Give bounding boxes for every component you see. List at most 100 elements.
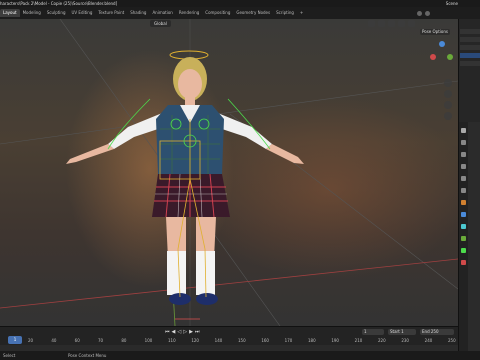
rendered-shading-icon[interactable] [408,20,415,27]
current-frame-field[interactable]: 1 [362,329,384,335]
solid-shading-icon[interactable] [388,20,395,27]
ruler-tick-label: 80 [121,338,127,343]
play-reverse-icon[interactable]: ◁ [177,329,181,335]
start-frame-field[interactable]: Start 1 [388,329,416,335]
tab-uv-editing[interactable]: UV Editing [69,9,96,17]
x-axis-icon[interactable] [430,54,436,60]
modifier-icon[interactable] [461,212,466,217]
xray-icon[interactable] [378,20,385,27]
ruler-tick-label: 110 [168,338,176,343]
ruler-tick-label: 70 [98,338,104,343]
list-item[interactable] [460,61,480,66]
ruler-tick-label: 250 [448,338,456,343]
status-select: Select [3,353,16,358]
end-label: End [422,329,430,334]
z-axis-icon[interactable] [439,41,445,47]
scene-props-icon[interactable] [461,176,466,181]
ruler-tick-label: 220 [378,338,386,343]
workspace-tabs: Layout Modeling Sculpting UV Editing Texture… [0,9,410,17]
tab-[interactable]: + [297,9,306,17]
render-icon[interactable] [461,140,466,145]
end-frame-field[interactable]: End 250 [420,329,454,335]
list-item[interactable] [460,37,480,42]
zoom-icon[interactable] [444,79,452,87]
data-icon[interactable] [461,248,466,253]
transform-orientation-dropdown[interactable]: Global [150,20,171,27]
tab-animation[interactable]: Animation [149,9,175,17]
properties-panel[interactable] [458,122,480,351]
viewport-shading-icons [368,20,415,27]
window-title: haracters\Pack 2\Model - Copie (25)\Sour… [0,1,118,6]
left-arm [66,144,114,164]
end-value: 250 [430,329,439,334]
world-icon[interactable] [461,188,466,193]
jump-start-icon[interactable]: ⏮ [165,329,170,335]
ruler-tick-label: 40 [51,338,57,343]
tab-layout[interactable]: Layout [0,9,20,17]
scene-icon[interactable] [417,10,422,16]
x-axis-line [0,258,458,309]
output-icon[interactable] [461,152,466,157]
view-layer-icon[interactable] [425,10,430,16]
3d-viewport[interactable]: Global Pose Options [0,19,458,326]
scene-canvas [0,19,458,326]
ruler-tick-label: 170 [284,338,293,343]
tab-shading[interactable]: Shading [127,9,149,17]
perspective-icon[interactable] [444,112,452,120]
status-context-menu: Pose Context Menu [68,353,107,358]
jump-end-icon[interactable]: ⏭ [195,329,200,335]
skirt [152,174,230,217]
ruler-tick-label: 100 [144,338,153,343]
camera-icon[interactable] [444,101,452,109]
navigation-tools [444,79,452,120]
ruler-tick-label: 120 [191,338,199,343]
material-shading-icon[interactable] [398,20,405,27]
object-icon[interactable] [461,200,466,205]
title-bar: haracters\Pack 2\Model - Copie (25)\Sour… [0,0,480,7]
outliner-panel[interactable] [458,19,480,122]
physics-icon[interactable] [461,224,466,229]
list-item-selected[interactable] [460,53,480,58]
face [178,69,202,99]
pan-icon[interactable] [444,90,452,98]
tab-texture-paint[interactable]: Texture Paint [95,9,127,17]
play-icon[interactable]: ▷ [183,329,187,335]
list-item[interactable] [460,29,480,34]
ruler-tick-label: 150 [238,338,246,343]
ruler-tick-label: 60 [74,338,80,343]
properties-tabs [459,122,468,351]
tab-rendering[interactable]: Rendering [176,9,202,17]
view-layer-icon[interactable] [461,164,466,169]
status-bar: Select Pose Context Menu [0,351,480,360]
material-icon[interactable] [461,260,466,265]
pose-options-button[interactable]: Pose Options [420,29,450,35]
frame-ruler[interactable]: 20 40 60 70 80 100 110 120 140 150 160 170 180 190 210… [0,337,458,345]
y-axis-icon[interactable] [447,54,453,60]
ruler-tick-label: 240 [424,338,433,343]
ruler-tick-label: 180 [308,338,316,343]
overlay-icon[interactable] [368,20,375,27]
ruler-tick-label: 230 [401,338,409,343]
playback-controls: ⏮ ◀ ◁ ▷ ▶ ⏭ 1 Start 1 End 250 [0,328,458,336]
list-item[interactable] [460,45,480,50]
ruler-tick-label: 140 [214,338,223,343]
tool-icon[interactable] [461,128,466,133]
tab-sculpting[interactable]: Sculpting [44,9,69,17]
playhead[interactable]: 1 [8,336,22,344]
tab-compositing[interactable]: Compositing [202,9,233,17]
tab-geometry-nodes[interactable]: Geometry Nodes [233,9,273,17]
next-keyframe-icon[interactable]: ▶ [189,329,193,335]
tab-scripting[interactable]: Scripting [273,9,297,17]
start-label: Start [390,329,400,334]
prev-keyframe-icon[interactable]: ◀ [172,329,176,335]
scene-selector[interactable]: Scene [446,0,458,7]
tab-modeling[interactable]: Modeling [20,9,44,17]
left-sock [167,251,186,295]
ruler-tick-label: 210 [354,338,363,343]
playback-buttons: ⏮ ◀ ◁ ▷ ▶ ⏭ [165,329,199,335]
constraint-icon[interactable] [461,236,466,241]
ruler-tick-label: 20 [28,338,34,343]
ruler-tick-label: 160 [261,338,269,343]
neck [185,97,195,105]
grid-line [0,80,458,145]
